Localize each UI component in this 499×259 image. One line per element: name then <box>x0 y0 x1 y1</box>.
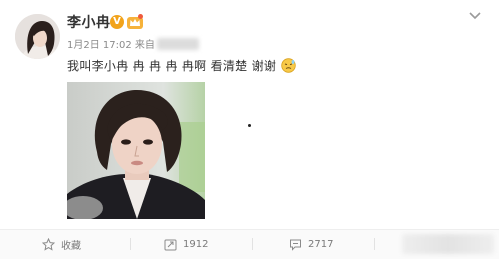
star-icon <box>42 237 55 251</box>
comment-count: 2717 <box>308 238 334 250</box>
comment-button[interactable]: 2717 <box>289 236 333 252</box>
repost-icon <box>164 239 177 250</box>
embarrassed-emoji-icon <box>281 58 297 73</box>
post-source-prefix: 来自 <box>134 40 155 51</box>
post-text: 我叫李小冉 冉 冉 冉 冉啊 看清楚 谢谢 <box>67 57 297 74</box>
weibo-post-card: 李小冉 V 1月2日 17:02 来自 我叫李小冉 冉 冉 冉 冉啊 看清楚 谢… <box>0 0 499 259</box>
stray-dot <box>248 124 251 127</box>
crown-icon[interactable] <box>126 13 144 31</box>
post-photo <box>67 82 205 219</box>
author-avatar[interactable] <box>15 14 60 59</box>
repost-button[interactable]: 1912 <box>164 236 208 252</box>
favorite-button[interactable]: 收藏 <box>42 236 81 252</box>
avatar-image <box>15 14 60 59</box>
toolbar-divider <box>252 238 253 250</box>
repost-count: 1912 <box>183 238 209 250</box>
favorite-label: 收藏 <box>61 240 81 252</box>
chevron-down-icon[interactable] <box>469 12 481 20</box>
author-name[interactable]: 李小冉 <box>67 12 111 32</box>
toolbar-divider <box>374 238 375 250</box>
post-meta: 1月2日 17:02 来自 <box>67 36 199 51</box>
post-image[interactable] <box>67 82 205 219</box>
post-timestamp[interactable]: 1月2日 17:02 <box>67 40 132 51</box>
source-blurred <box>156 38 199 50</box>
post-action-bar: 收藏 1912 2717 <box>0 229 499 259</box>
post-text-content: 我叫李小冉 冉 冉 冉 冉啊 看清楚 谢谢 <box>67 59 277 73</box>
comment-icon <box>290 239 301 251</box>
verified-v-icon: V <box>110 15 124 29</box>
toolbar-divider <box>130 238 131 250</box>
blurred-watermark <box>402 234 494 254</box>
